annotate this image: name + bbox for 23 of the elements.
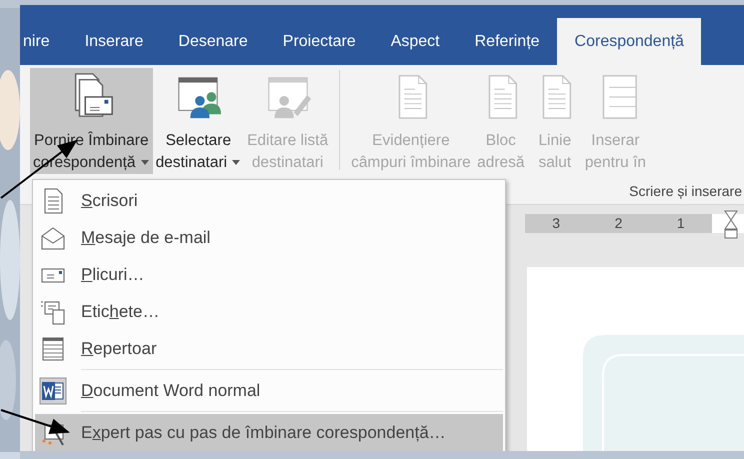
ruler-number: 2 [614, 214, 622, 233]
ribbon-tab[interactable]: Referințe [457, 18, 558, 65]
ribbon-button[interactable]: Selectare destinatari [152, 68, 244, 174]
caret-icon [231, 160, 242, 166]
menu-item[interactable]: Plicuri… [35, 256, 503, 293]
annotation-arrow [0, 409, 70, 434]
ribbon-tab[interactable]: Corespondență [557, 18, 702, 65]
ribbon-tab[interactable]: Proiectare [265, 18, 374, 65]
menu-item[interactable]: Mesaje de e-mail [35, 219, 503, 256]
ruler-number: 3 [552, 214, 560, 233]
ruler-number: 1 [676, 214, 685, 233]
group-label: Scriere și inserare [629, 182, 743, 201]
menu-item[interactable]: Document Word normal [35, 372, 503, 409]
word-document-icon [39, 376, 67, 404]
menu-item[interactable]: Etichete… [35, 293, 503, 330]
menu-item[interactable]: Expert pas cu pas de îmbinare corespondență… [35, 414, 503, 451]
ribbon-tab[interactable]: Desenare [160, 18, 266, 65]
ribbon-tab[interactable]: nire [20, 18, 68, 65]
ribbon-tab[interactable]: Aspect [373, 18, 458, 65]
caret-icon [140, 160, 150, 166]
menu-item[interactable]: Scrisori [35, 182, 503, 219]
menu-item[interactable]: Repertoar [35, 330, 503, 367]
ribbon-tab[interactable]: Inserare [67, 18, 161, 65]
